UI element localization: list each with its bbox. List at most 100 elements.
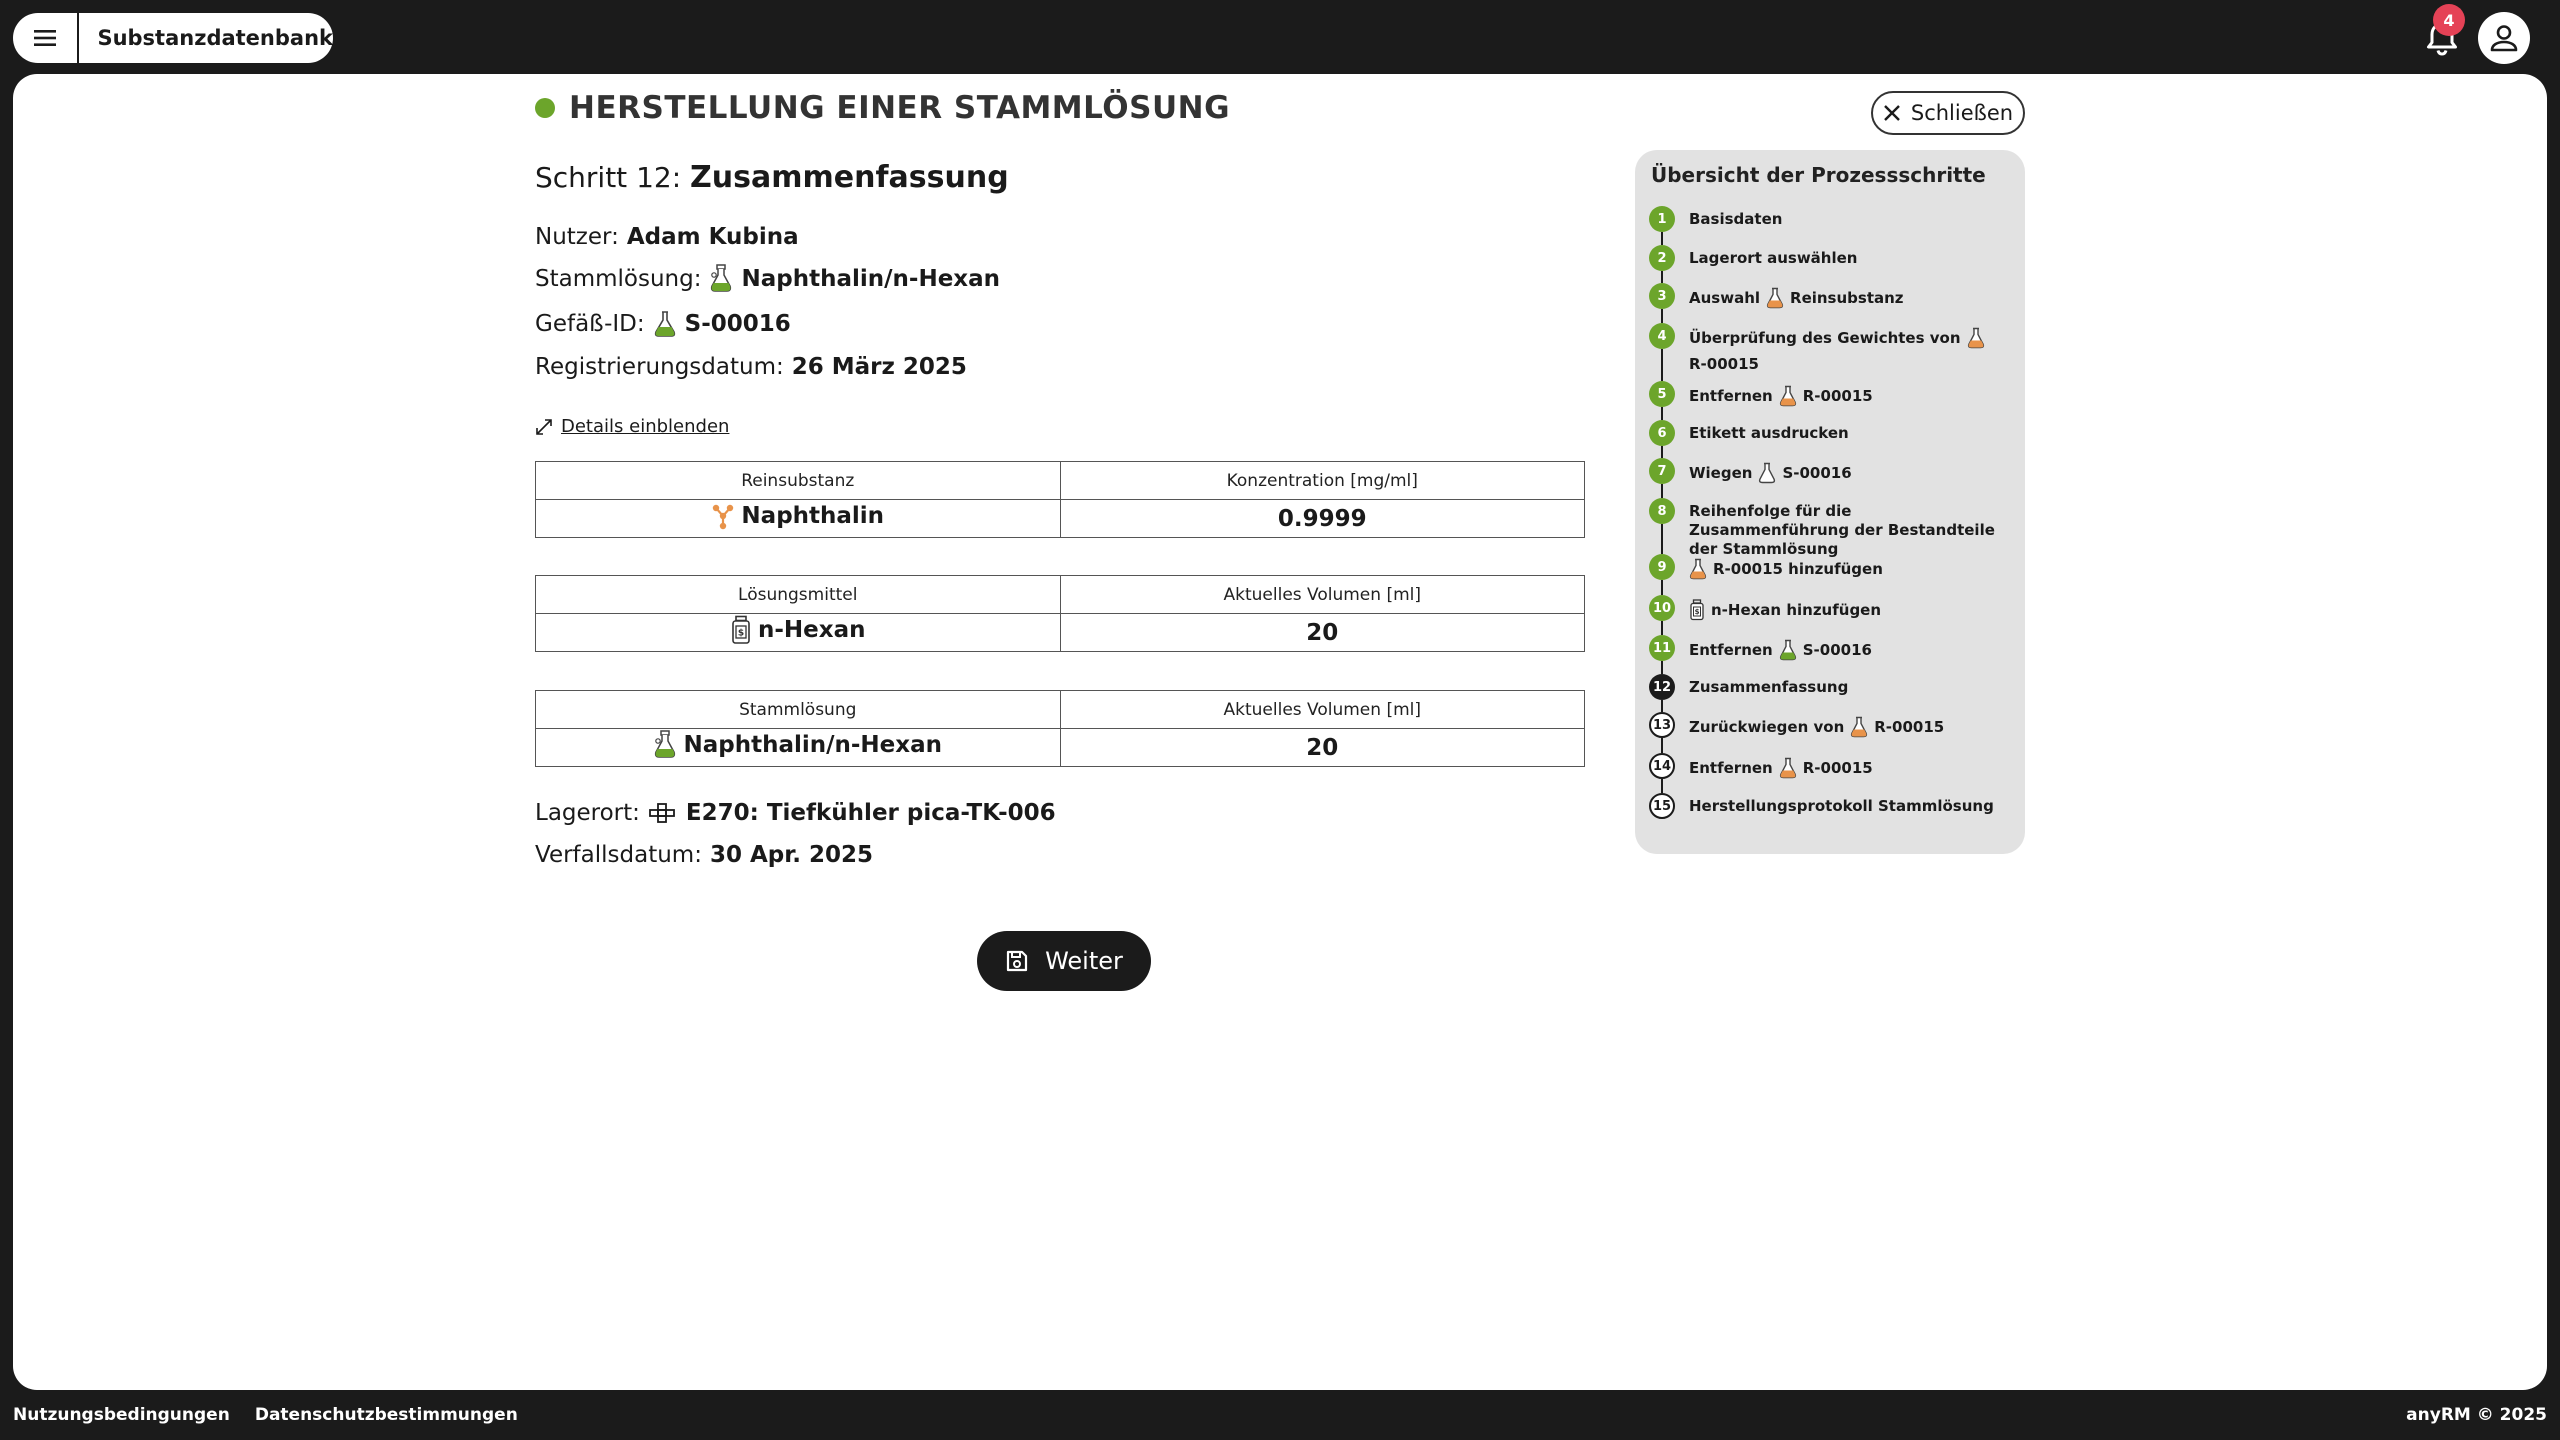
table-cell: $ n-Hexan [535, 613, 1061, 652]
user-icon [2490, 25, 2518, 52]
volume-value: 20 [1059, 728, 1585, 767]
step-number-badge: 15 [1649, 793, 1675, 819]
svg-text:$: $ [1695, 608, 1700, 616]
page-title: HERSTELLUNG EINER STAMMLÖSUNG [535, 90, 1230, 126]
step-text: Reihenfolge für die Zusammenführung der … [1689, 502, 1995, 558]
stock-solution-table: Stammlösung Aktuelles Volumen [ml] Napht… [535, 690, 1585, 767]
flask-empty-icon [1758, 462, 1776, 484]
step-text-ref: S-00016 [1782, 463, 1852, 482]
step-number-badge: 12 [1649, 674, 1675, 700]
step-label: Zurückwiegen von R-00015 [1689, 712, 1944, 738]
step-connector [1661, 779, 1663, 793]
step-connector [1661, 484, 1663, 498]
table-row: $ n-Hexan 20 [535, 613, 1585, 652]
step-text: Entfernen [1689, 640, 1773, 659]
step-text-ref: R-00015 hinzufügen [1713, 559, 1883, 578]
step-connector [1661, 700, 1663, 712]
flask-orange-icon [1850, 716, 1868, 738]
step-text: Auswahl [1689, 288, 1761, 307]
step-label: Wiegen S-00016 [1689, 458, 1852, 484]
table-header-row: Lösungsmittel Aktuelles Volumen [ml] [535, 575, 1585, 614]
step-text: Zusammenfassung [1689, 678, 1849, 696]
save-icon [1006, 950, 1028, 972]
step-label: Entfernen R-00015 [1689, 753, 1873, 779]
process-step-7: 7 Wiegen S-00016 [1649, 458, 2009, 498]
details-toggle-link[interactable]: Details einblenden [535, 416, 729, 437]
location-line: Lagerort: E270: Tiefkühler pica-TK-006 [535, 800, 1056, 826]
process-step-9: 9 R-00015 hinzufügen [1649, 554, 2009, 595]
step-label: $ n-Hexan hinzufügen [1689, 595, 1881, 621]
privacy-link[interactable]: Datenschutzbestimmungen [255, 1405, 518, 1425]
terms-link[interactable]: Nutzungsbedingungen [13, 1405, 230, 1425]
status-dot [535, 98, 555, 118]
step-label: Etikett ausdrucken [1689, 420, 1849, 443]
step-connector [1661, 738, 1663, 753]
step-prefix: Schritt 12: [535, 161, 682, 194]
step-label: Lagerort auswählen [1689, 245, 1857, 268]
flask-orange-icon [1766, 287, 1784, 309]
solvent-bottle-icon: $ [732, 615, 750, 644]
top-bar: Substanzdatenbank 4 [0, 0, 2560, 74]
table-header-row: Reinsubstanz Konzentration [mg/ml] [535, 461, 1585, 500]
app-title[interactable]: Substanzdatenbank [79, 26, 333, 50]
step-text: Basisdaten [1689, 210, 1783, 228]
process-steps-title: Übersicht der Prozessschritte [1651, 163, 1986, 187]
reg-label: Registrierungsdatum: [535, 354, 784, 380]
step-number-badge: 11 [1649, 635, 1675, 661]
molecule-icon [713, 504, 734, 529]
step-connector [1661, 446, 1663, 458]
process-step-11: 11 Entfernen S-00016 [1649, 635, 2009, 674]
table-header: Lösungsmittel [535, 575, 1061, 614]
table-cell: Naphthalin/n-Hexan [535, 728, 1061, 767]
flask-orange-icon [1779, 757, 1797, 779]
close-icon [1884, 105, 1900, 121]
app-pill: Substanzdatenbank [13, 13, 333, 63]
vessel-line: Gefäß-ID: S-00016 [535, 310, 791, 338]
location-value: E270: Tiefkühler pica-TK-006 [685, 800, 1056, 826]
flask-green-icon [1779, 639, 1797, 661]
step-text-ref: R-00015 [1802, 386, 1873, 405]
table-row: Naphthalin 0.9999 [535, 499, 1585, 538]
step-text-ref: S-00016 [1802, 640, 1872, 659]
process-step-1: 1 Basisdaten [1649, 206, 2009, 245]
step-number-badge: 8 [1649, 498, 1675, 524]
stock-solution-line: Stammlösung: Naphthalin/n-Hexan [535, 264, 1000, 294]
flask-orange-icon [1779, 385, 1797, 407]
step-label: Zusammenfassung [1689, 674, 1848, 697]
step-connector [1661, 232, 1663, 245]
user-line: Nutzer: Adam Kubina [535, 224, 799, 250]
stock-label: Stammlösung: [535, 266, 702, 292]
step-text-ref: R-00015 [1874, 717, 1945, 736]
step-number-badge: 14 [1649, 753, 1675, 779]
process-step-14: 14 Entfernen R-00015 [1649, 753, 2009, 793]
step-label: Herstellungsprotokoll Stammlösung [1689, 793, 1994, 816]
user-menu-button[interactable] [2478, 12, 2530, 64]
stock-solution-name: Naphthalin/n-Hexan [683, 731, 943, 758]
next-button[interactable]: Weiter [977, 931, 1151, 991]
step-connector [1661, 524, 1663, 554]
footer: Nutzungsbedingungen Datenschutzbestimmun… [0, 1390, 2560, 1440]
vessel-label: Gefäß-ID: [535, 311, 645, 337]
step-label: R-00015 hinzufügen [1689, 554, 1883, 580]
table-cell: Naphthalin [535, 499, 1061, 538]
stock-solution-icon [711, 264, 732, 292]
close-button[interactable]: Schließen [1871, 91, 2025, 135]
menu-button[interactable] [13, 13, 80, 63]
next-button-label: Weiter [1045, 947, 1123, 975]
step-number-badge: 9 [1649, 554, 1675, 580]
step-text: Zurückwiegen von [1689, 717, 1845, 736]
process-steps-panel: Übersicht der Prozessschritte 1 Basisdate… [1635, 150, 2025, 854]
step-connector [1661, 271, 1663, 283]
step-text: Entfernen [1689, 758, 1773, 777]
step-label: Auswahl Reinsubstanz [1689, 283, 1904, 309]
table-header: Aktuelles Volumen [ml] [1059, 690, 1585, 729]
table-header: Aktuelles Volumen [ml] [1059, 575, 1585, 614]
step-label: Überprüfung des Gewichtes von R-00015 [1689, 323, 2009, 374]
copyright: anyRM © 2025 [2406, 1405, 2547, 1425]
details-link-text: Details einblenden [561, 416, 730, 437]
step-number-badge: 2 [1649, 245, 1675, 271]
volume-value: 20 [1059, 613, 1585, 652]
process-step-8: 8 Reihenfolge für die Zusammenführung der… [1649, 498, 2009, 558]
pure-substance-table: Reinsubstanz Konzentration [mg/ml] Napht… [535, 461, 1585, 538]
table-header: Stammlösung [535, 690, 1061, 729]
